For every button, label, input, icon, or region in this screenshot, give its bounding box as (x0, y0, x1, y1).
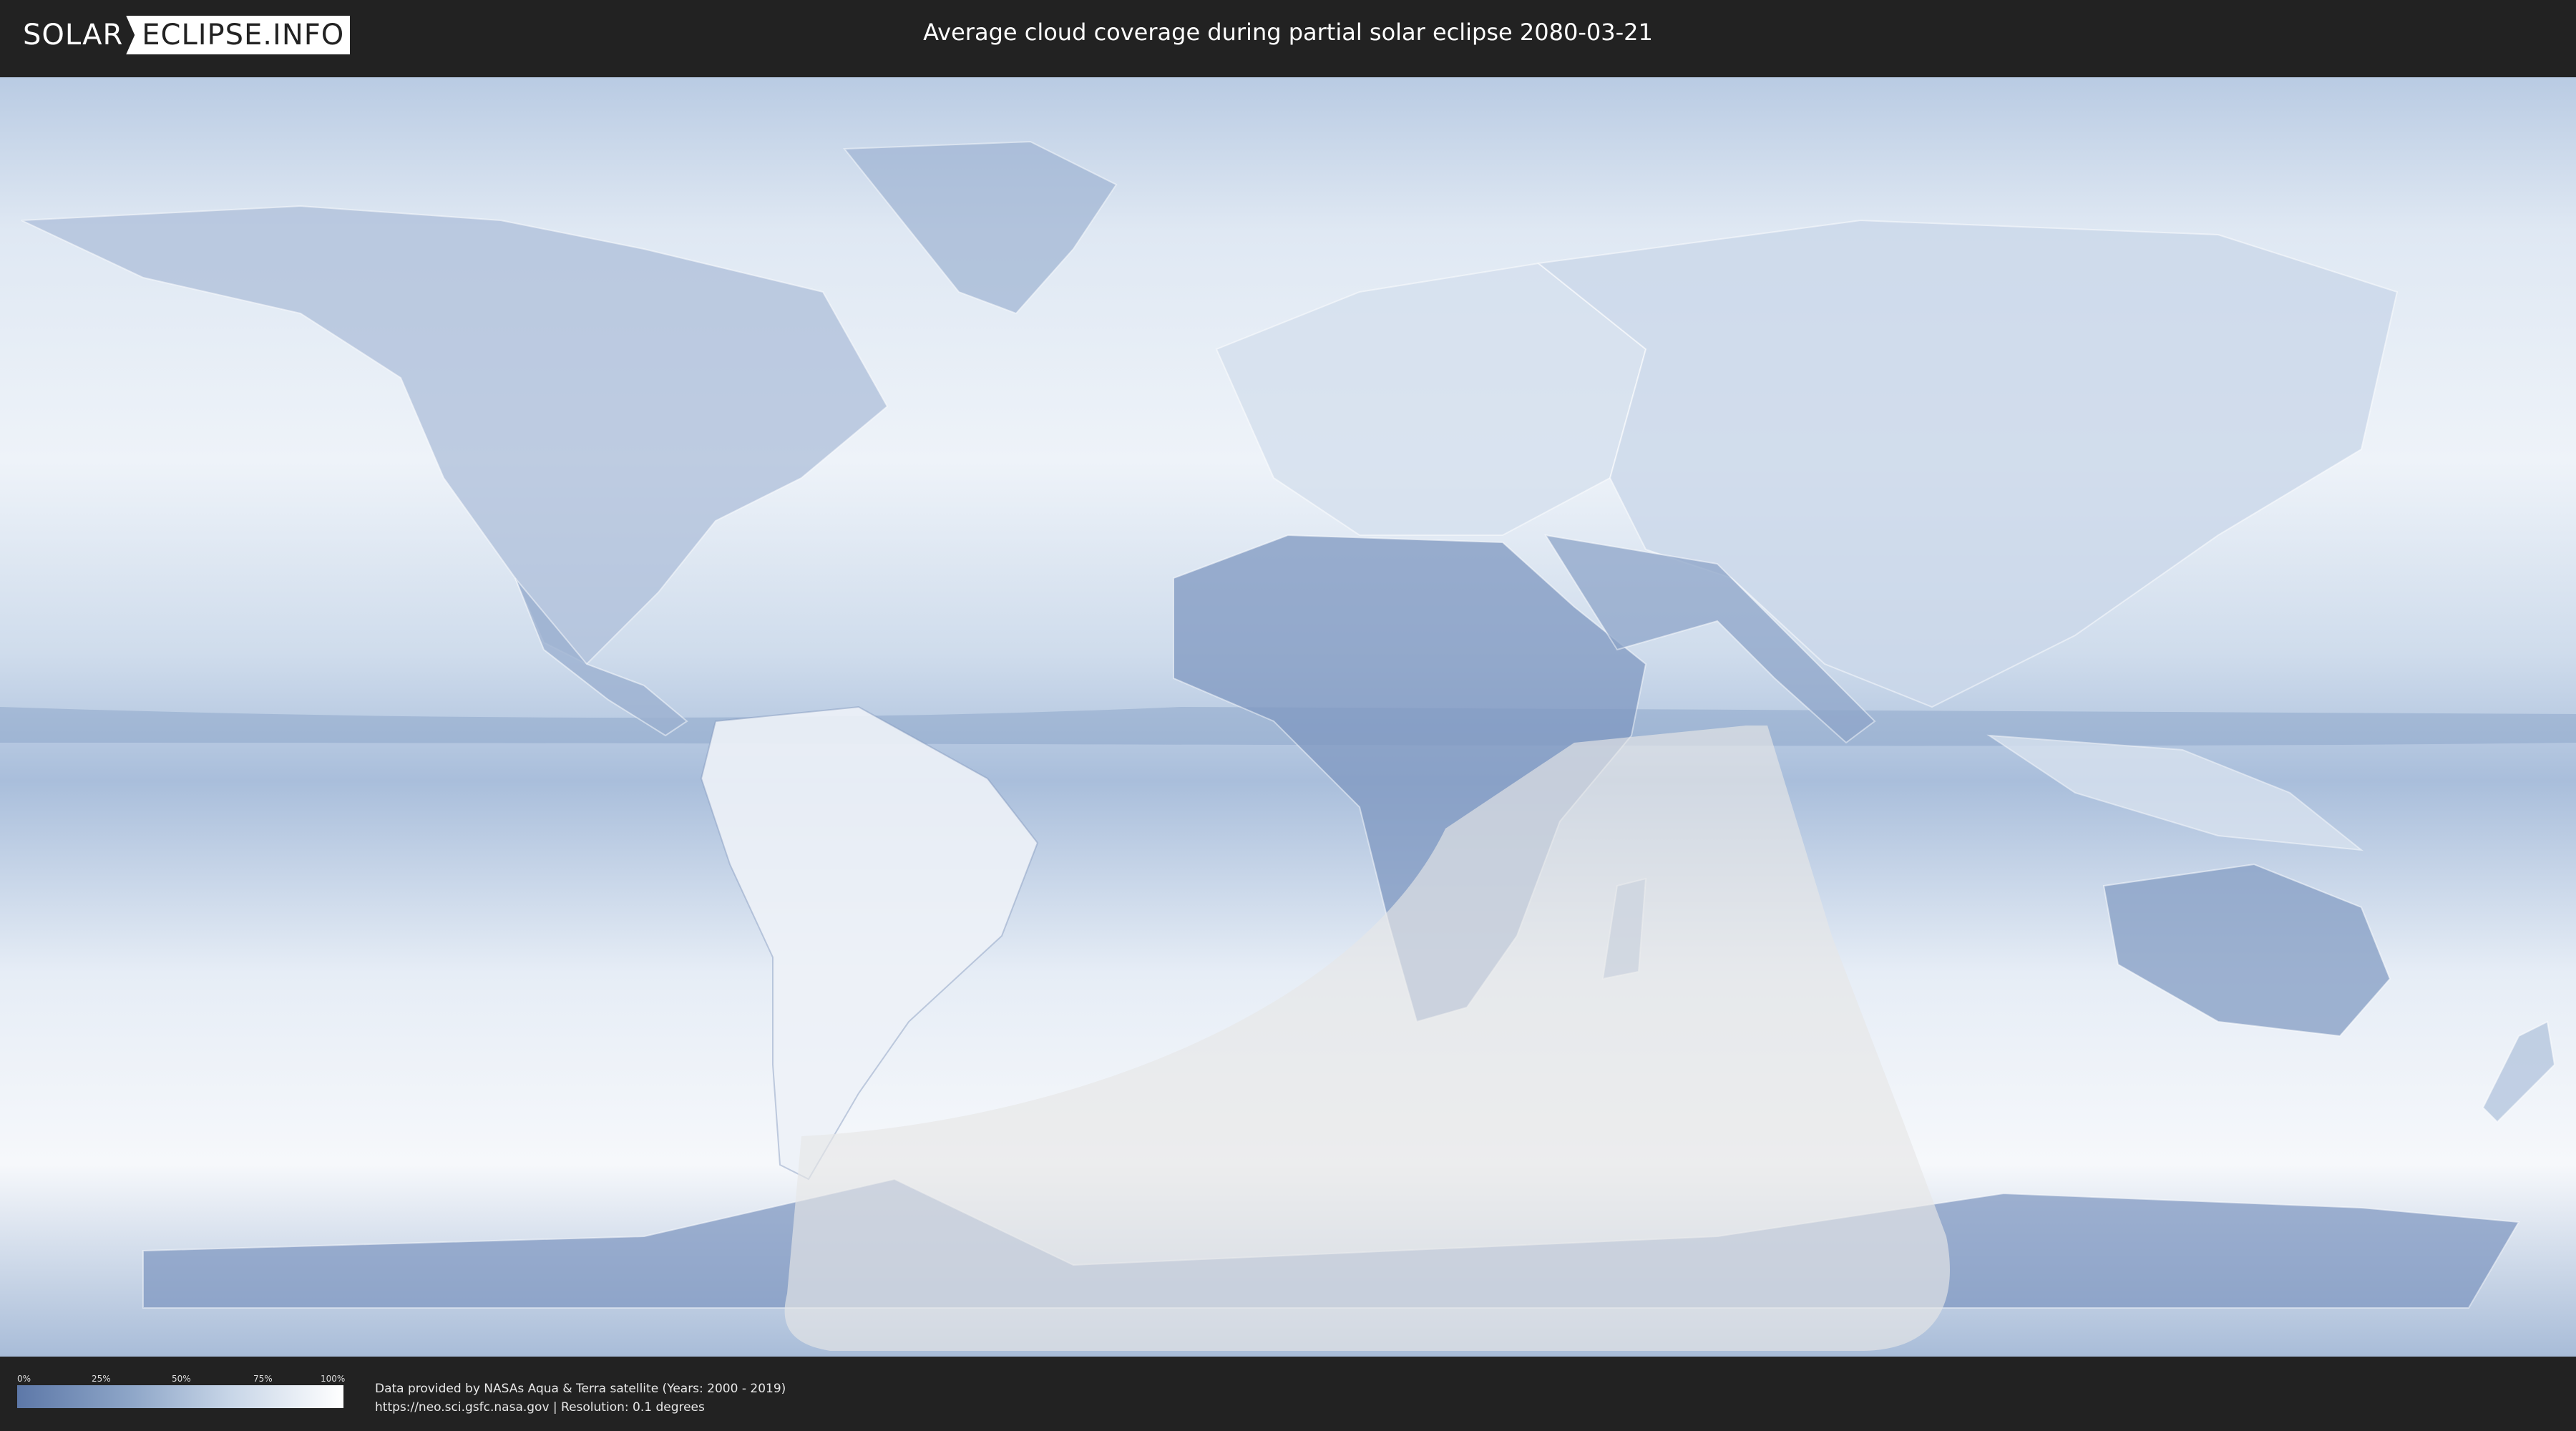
legend-tick-100: 100% (321, 1374, 346, 1384)
footer-bar: 0% 25% 50% 75% 100% Data provided by NAS… (0, 1357, 2576, 1431)
legend-color-bar (17, 1385, 343, 1408)
legend-tick-50: 50% (172, 1374, 191, 1384)
page: SOLAR ECLIPSE.INFO Average cloud coverag… (0, 0, 2576, 1431)
credits-line-2[interactable]: https://neo.sci.gsfc.nasa.gov | Resoluti… (375, 1398, 786, 1417)
legend-ticks: 0% 25% 50% 75% 100% (17, 1374, 346, 1385)
data-credits: Data provided by NASAs Aqua & Terra sate… (375, 1379, 786, 1417)
credits-line-1: Data provided by NASAs Aqua & Terra sate… (375, 1382, 786, 1396)
world-map (0, 77, 2576, 1357)
legend-tick-25: 25% (92, 1374, 111, 1384)
map-title: Average cloud coverage during partial so… (923, 19, 1653, 46)
legend-tick-75: 75% (253, 1374, 273, 1384)
header-bar: SOLAR ECLIPSE.INFO Average cloud coverag… (0, 0, 2576, 72)
cloud-coverage-map[interactable] (0, 77, 2576, 1357)
cloud-coverage-legend: 0% 25% 50% 75% 100% (17, 1374, 346, 1408)
legend-tick-0: 0% (17, 1374, 31, 1384)
